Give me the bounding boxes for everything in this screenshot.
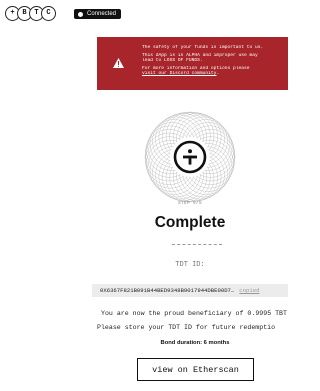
warning-alpha-line-2: lead to LOSS OF FUNDS. [142, 57, 203, 63]
warning-title: The safety of your funds is important to… [142, 45, 264, 50]
tdt-medallion [144, 111, 236, 203]
divider [172, 244, 222, 245]
warning-triangle-icon [113, 58, 124, 68]
step-indicator: STEP 5/5 [177, 201, 202, 206]
tbtc-logo: + B T C [5, 6, 56, 21]
view-on-etherscan-button[interactable]: view on Etherscan [137, 358, 254, 381]
alpha-warning-banner: The safety of your funds is important to… [97, 37, 288, 90]
connection-status-label: Connected [87, 11, 117, 17]
warning-info-suffix: . [216, 70, 220, 76]
logo-circle-c: C [41, 6, 56, 21]
store-id-message: Please store your TDT ID for future rede… [97, 324, 276, 331]
tdt-id-label: TDT ID: [175, 261, 205, 269]
tdt-id-field[interactable]: 0X6367F821B091B44BED9348B9017944DBE00D7…… [92, 284, 288, 297]
beneficiary-message: You are now the proud beneficiary of 0.9… [101, 310, 287, 317]
bond-duration: Bond duration: 6 months [160, 340, 230, 346]
status-title: Complete [154, 214, 226, 231]
warning-text: The safety of your funds is important to… [142, 45, 288, 76]
copied-indicator[interactable]: copied [239, 287, 259, 294]
discord-community-link[interactable]: visit our Discord community [142, 71, 216, 76]
connection-dot-icon [78, 11, 83, 17]
tdt-id-value[interactable]: 0X6367F821B091B44BED9348B9017944DBE00D7… [92, 287, 234, 294]
connection-status-badge[interactable]: Connected [74, 9, 122, 19]
